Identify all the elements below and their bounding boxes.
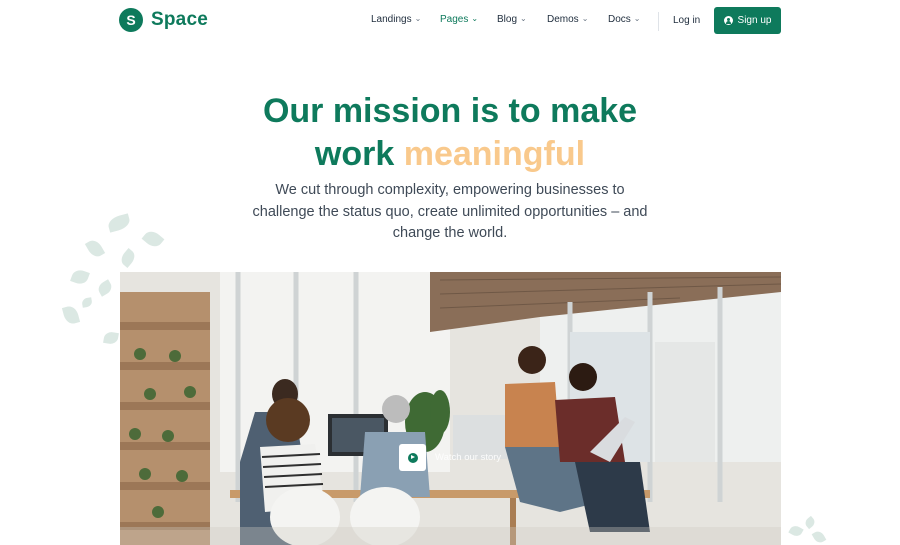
nav-item-label: Pages xyxy=(440,14,469,25)
nav-item-label: Landings xyxy=(371,14,412,25)
brand-name: Space xyxy=(151,9,208,30)
hero-title-plain: work xyxy=(314,135,395,173)
hero-subtitle: We cut through complexity, empowering bu… xyxy=(252,182,648,241)
hero-title-accent: meaningful xyxy=(403,135,586,173)
decorative-leaves-right xyxy=(785,510,845,545)
watch-story-label: Watch our story xyxy=(435,452,502,463)
nav-item-demos[interactable]: Demos ⌄ xyxy=(547,14,588,25)
chevron-down-icon: ⌄ xyxy=(471,14,479,23)
user-circle-icon xyxy=(723,16,733,25)
chevron-down-icon: ⌄ xyxy=(633,14,641,23)
nav-item-pages[interactable]: Pages ⌄ xyxy=(440,14,478,25)
chevron-down-icon: ⌄ xyxy=(520,14,527,23)
signup-button[interactable]: Sign up xyxy=(714,7,781,34)
nav-item-blog[interactable]: Blog ⌄ xyxy=(497,14,527,25)
nav-item-docs[interactable]: Docs ⌄ xyxy=(608,14,641,25)
nav-item-label: Demos xyxy=(547,14,579,25)
logo-icon: S xyxy=(119,8,143,32)
nav-item-label: Blog xyxy=(497,14,518,25)
team-office-photo xyxy=(120,272,781,545)
chevron-down-icon: ⌄ xyxy=(414,14,422,23)
chevron-down-icon: ⌄ xyxy=(581,14,589,23)
login-link[interactable]: Log in xyxy=(673,15,700,26)
play-button[interactable] xyxy=(399,444,426,471)
brand-logo-link[interactable]: S Space xyxy=(119,8,208,32)
nav-item-label: Docs xyxy=(608,14,631,25)
signup-label: Sign up xyxy=(737,15,772,26)
watch-story-button[interactable]: Watch our story xyxy=(399,444,501,471)
nav-item-landings[interactable]: Landings ⌄ xyxy=(371,14,421,25)
hero-title: Our mission is to make work meaningful xyxy=(0,90,900,176)
hero-title-line1: Our mission is to make xyxy=(262,92,638,130)
navbar: S Space Landings ⌄ Pages ⌄ Blog ⌄ Demos … xyxy=(0,0,900,42)
play-icon xyxy=(407,452,418,463)
nav-divider xyxy=(658,12,659,31)
